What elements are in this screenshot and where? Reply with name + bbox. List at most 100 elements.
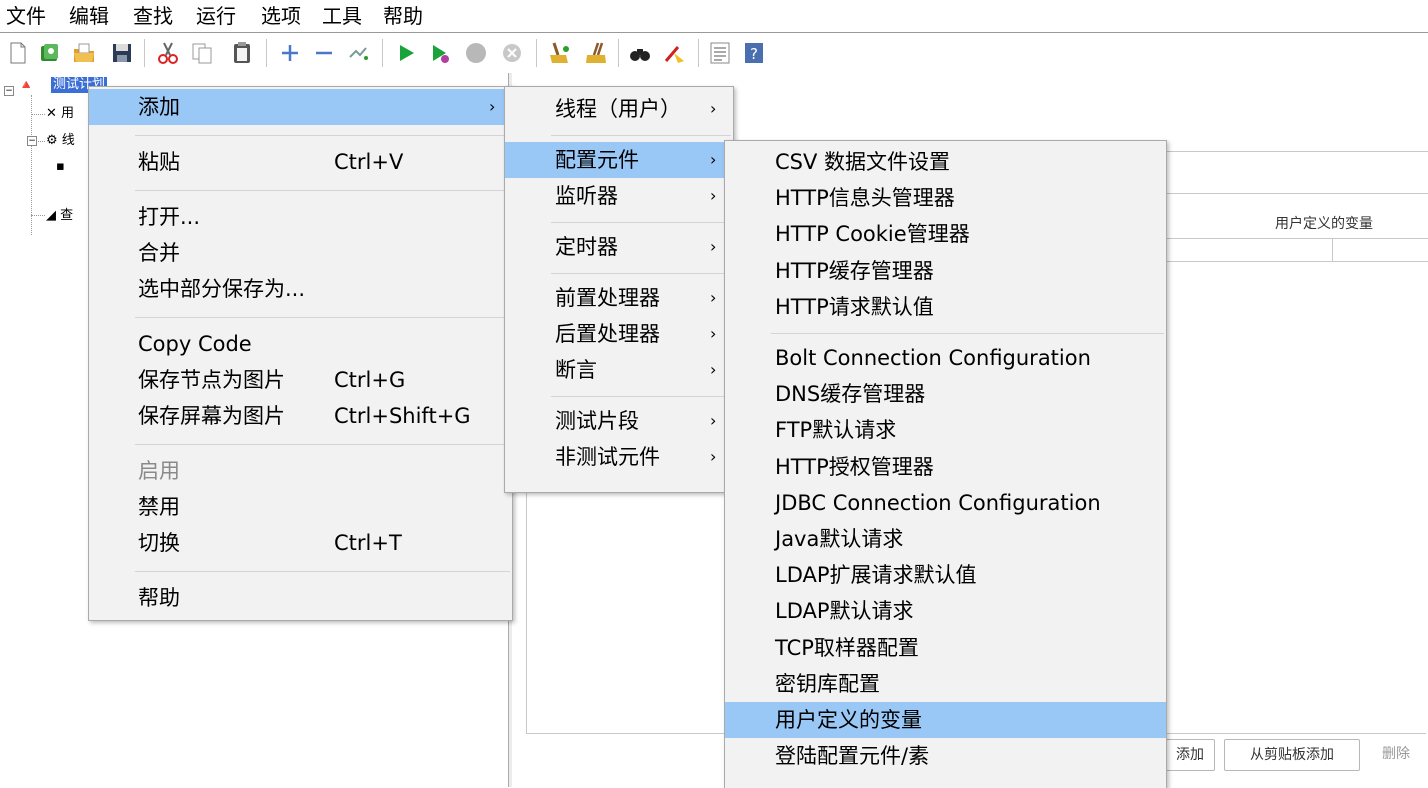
menu-item-label: Copy Code <box>138 332 252 356</box>
menu-item-label: 线程（用户） <box>555 97 681 121</box>
add-menu-item-add_menu-11[interactable]: 测试片段 › <box>505 403 733 439</box>
context-menu-item-context_menu-5[interactable]: 合并 <box>89 235 512 271</box>
menu-file[interactable]: 文件 <box>6 2 46 30</box>
submenu-arrow-icon: › <box>710 150 717 169</box>
config-menu-item-bolt-connection-configuration[interactable]: Bolt Connection Configuration <box>725 340 1166 376</box>
menu-tools[interactable]: 工具 <box>322 2 362 30</box>
menu-bar: 文件 编辑 查找 运行 选项 工具 帮助 <box>0 0 1428 32</box>
config-menu-item-java[interactable]: Java默认请求 <box>725 521 1166 557</box>
menu-run[interactable]: 运行 <box>196 2 236 30</box>
tree-node-1[interactable]: ✕ 用 <box>46 106 74 122</box>
expand-icon[interactable] <box>278 41 302 65</box>
menu-item-label: 用户定义的变量 <box>775 708 922 732</box>
stop-icon[interactable] <box>464 41 488 65</box>
context-menu-item-context_menu-4[interactable]: 打开... <box>89 199 512 235</box>
context-menu-item-context_menu-13[interactable]: 禁用 <box>89 489 512 525</box>
help-icon[interactable]: ? <box>742 41 766 65</box>
context-menu-item-context_menu-10[interactable]: 保存屏幕为图片 Ctrl+Shift+G <box>89 398 512 434</box>
add-from-clipboard-button[interactable]: 从剪贴板添加 <box>1224 739 1360 771</box>
menu-item-label: HTTP授权管理器 <box>775 454 934 479</box>
config-menu-item-dns[interactable]: DNS缓存管理器 <box>725 376 1166 412</box>
submenu-arrow-icon: › <box>710 99 717 118</box>
tree-node-2[interactable]: ⚙ 线 <box>46 133 75 149</box>
menu-item-label: 粘贴 <box>138 150 180 174</box>
context-menu-item-context_menu-16[interactable]: 帮助 <box>89 580 512 616</box>
config-menu-item-ldap[interactable]: LDAP默认请求 <box>725 593 1166 629</box>
menu-separator <box>551 272 731 274</box>
context-menu-item-copy-code[interactable]: Copy Code <box>89 326 512 362</box>
save-icon[interactable] <box>110 41 134 65</box>
config-menu-item-config_menu-16[interactable]: 用户定义的变量 <box>725 702 1166 739</box>
add-menu-item-add_menu-2[interactable]: 配置元件 › <box>505 142 733 178</box>
menu-item-label: Java默认请求 <box>775 527 904 551</box>
menu-item-label: LDAP扩展请求默认值 <box>775 563 977 588</box>
menu-item-label: 测试片段 <box>555 409 639 433</box>
context-menu-item-context_menu-0[interactable]: 添加 › <box>89 89 512 125</box>
add-menu-item-add_menu-7[interactable]: 前置处理器 › <box>505 280 733 316</box>
context-menu-item-context_menu-6[interactable]: 选中部分保存为... <box>89 271 512 307</box>
config-menu-item-config_menu-15[interactable]: 密钥库配置 <box>725 666 1166 702</box>
add-menu-item-add_menu-12[interactable]: 非测试元件 › <box>505 439 733 475</box>
new-icon[interactable] <box>6 41 30 65</box>
paste-icon[interactable] <box>230 41 254 65</box>
menu-item-label: 打开... <box>138 205 201 229</box>
menu-item-label: 保存屏幕为图片 <box>138 404 285 428</box>
config-menu-item-jdbc-connection-configuration[interactable]: JDBC Connection Configuration <box>725 485 1166 521</box>
menu-item-label: 保存节点为图片 <box>138 368 285 392</box>
tree-node-3[interactable]: ▪ <box>56 159 65 175</box>
copy-icon[interactable] <box>190 41 214 65</box>
add-button[interactable]: 添加 <box>1166 739 1215 771</box>
add-submenu: 线程（用户） › 配置元件 › 监听器 › 定时器 › 前置处理器 › 后置处理器 › 断言 › 测试片段 ›… <box>504 86 734 493</box>
add-menu-item-add_menu-9[interactable]: 断言 › <box>505 352 733 388</box>
tree-node-4[interactable]: ◢ 查 <box>46 208 73 224</box>
menu-separator <box>135 134 510 136</box>
open-icon[interactable] <box>72 41 96 65</box>
config-element-submenu: CSV 数据文件设置 HTTP信息头管理器 HTTP Cookie管理器 HTTP缓存… <box>724 140 1167 788</box>
delete-button[interactable]: 删除 <box>1370 739 1422 769</box>
submenu-arrow-icon: › <box>489 97 496 116</box>
search-icon[interactable] <box>628 41 652 65</box>
clear-icon[interactable] <box>548 41 572 65</box>
config-menu-item-config_menu-17[interactable]: 登陆配置元件/素 <box>725 738 1166 774</box>
config-menu-item-http-cookie[interactable]: HTTP Cookie管理器 <box>725 216 1166 252</box>
add-menu-item-add_menu-5[interactable]: 定时器 › <box>505 229 733 265</box>
config-menu-item-http[interactable]: HTTP请求默认值 <box>725 289 1166 325</box>
collapse-icon[interactable] <box>312 41 336 65</box>
templates-icon[interactable] <box>38 41 62 65</box>
menu-search[interactable]: 查找 <box>133 2 173 30</box>
tree-collapse-box[interactable]: − <box>27 136 37 146</box>
config-menu-item-tcp[interactable]: TCP取样器配置 <box>725 630 1166 666</box>
clear-all-icon[interactable] <box>584 41 608 65</box>
add-menu-item-add_menu-3[interactable]: 监听器 › <box>505 178 733 214</box>
function-helper-icon[interactable] <box>708 41 732 65</box>
cut-icon[interactable] <box>156 41 180 65</box>
config-menu-item-ftp[interactable]: FTP默认请求 <box>725 412 1166 448</box>
gear-icon: ⚙ <box>46 133 58 148</box>
config-menu-item-http[interactable]: HTTP授权管理器 <box>725 449 1166 485</box>
context-menu-item-context_menu-9[interactable]: 保存节点为图片 Ctrl+G <box>89 362 512 398</box>
menu-help[interactable]: 帮助 <box>383 2 423 30</box>
config-menu-item-http[interactable]: HTTP缓存管理器 <box>725 253 1166 289</box>
wrench-icon: ✕ <box>46 106 57 121</box>
toggle-icon[interactable] <box>346 41 370 65</box>
start-icon[interactable] <box>394 41 418 65</box>
column-header-variables[interactable]: 用户定义的变量 <box>1275 213 1373 233</box>
add-menu-item-add_menu-8[interactable]: 后置处理器 › <box>505 316 733 352</box>
add-menu-item-add_menu-0[interactable]: 线程（用户） › <box>505 91 733 127</box>
config-menu-item-ldap[interactable]: LDAP扩展请求默认值 <box>725 557 1166 593</box>
menu-item-label: 登陆配置元件/素 <box>775 744 930 769</box>
context-menu-item-context_menu-12[interactable]: 启用 <box>89 453 512 489</box>
menu-separator <box>551 221 731 223</box>
reset-search-icon[interactable] <box>662 41 686 65</box>
tree-collapse-box[interactable]: − <box>4 86 14 96</box>
config-menu-item-csv[interactable]: CSV 数据文件设置 <box>725 144 1166 180</box>
context-menu-item-context_menu-2[interactable]: 粘贴 Ctrl+V <box>89 144 512 180</box>
context-menu-item-context_menu-14[interactable]: 切换 Ctrl+T <box>89 525 512 561</box>
menu-edit[interactable]: 编辑 <box>69 2 109 30</box>
config-menu-item-http[interactable]: HTTP信息头管理器 <box>725 180 1166 216</box>
menu-options[interactable]: 选项 <box>261 2 301 30</box>
menu-item-label: HTTP请求默认值 <box>775 294 934 319</box>
start-no-pause-icon[interactable] <box>428 41 452 65</box>
graph-icon: ◢ <box>46 208 56 223</box>
shutdown-icon[interactable] <box>500 41 524 65</box>
